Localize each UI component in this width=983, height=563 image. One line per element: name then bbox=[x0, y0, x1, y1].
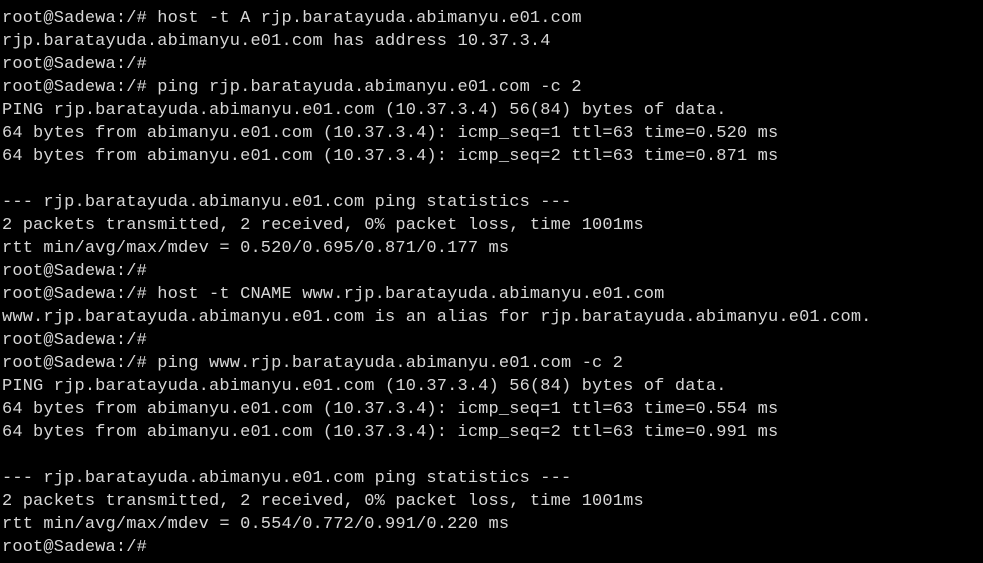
terminal-line: --- rjp.baratayuda.abimanyu.e01.com ping… bbox=[2, 469, 572, 488]
terminal-window[interactable]: root@Sadewa:/# host -t A rjp.baratayuda.… bbox=[0, 0, 983, 563]
terminal-output: root@Sadewa:/# host -t A rjp.baratayuda.… bbox=[2, 7, 872, 559]
terminal-line: root@Sadewa:/# host -t CNAME www.rjp.bar… bbox=[2, 285, 665, 304]
terminal-line: rtt min/avg/max/mdev = 0.554/0.772/0.991… bbox=[2, 515, 510, 534]
terminal-line: rjp.baratayuda.abimanyu.e01.com has addr… bbox=[2, 32, 551, 51]
terminal-line: rtt min/avg/max/mdev = 0.520/0.695/0.871… bbox=[2, 239, 510, 258]
command-prompt-line[interactable]: root@Sadewa:/# bbox=[2, 536, 872, 559]
terminal-line: root@Sadewa:/# bbox=[2, 262, 147, 281]
terminal-line: 64 bytes from abimanyu.e01.com (10.37.3.… bbox=[2, 400, 779, 419]
terminal-line: PING rjp.baratayuda.abimanyu.e01.com (10… bbox=[2, 101, 727, 120]
terminal-line: root@Sadewa:/# bbox=[2, 55, 147, 74]
terminal-line: 64 bytes from abimanyu.e01.com (10.37.3.… bbox=[2, 423, 779, 442]
terminal-line: www.rjp.baratayuda.abimanyu.e01.com is a… bbox=[2, 308, 872, 327]
terminal-line: 64 bytes from abimanyu.e01.com (10.37.3.… bbox=[2, 147, 779, 166]
terminal-line: 2 packets transmitted, 2 received, 0% pa… bbox=[2, 492, 644, 511]
text-cursor bbox=[157, 537, 166, 554]
terminal-line: root@Sadewa:/# ping www.rjp.baratayuda.a… bbox=[2, 354, 624, 373]
terminal-line: root@Sadewa:/# host -t A rjp.baratayuda.… bbox=[2, 9, 582, 28]
command-prompt: root@Sadewa:/# bbox=[2, 538, 158, 557]
terminal-line: PING rjp.baratayuda.abimanyu.e01.com (10… bbox=[2, 377, 727, 396]
terminal-line: 64 bytes from abimanyu.e01.com (10.37.3.… bbox=[2, 124, 779, 143]
terminal-line: --- rjp.baratayuda.abimanyu.e01.com ping… bbox=[2, 193, 572, 212]
terminal-line: root@Sadewa:/# bbox=[2, 331, 147, 350]
terminal-line: 2 packets transmitted, 2 received, 0% pa… bbox=[2, 216, 644, 235]
terminal-line: root@Sadewa:/# ping rjp.baratayuda.abima… bbox=[2, 78, 582, 97]
